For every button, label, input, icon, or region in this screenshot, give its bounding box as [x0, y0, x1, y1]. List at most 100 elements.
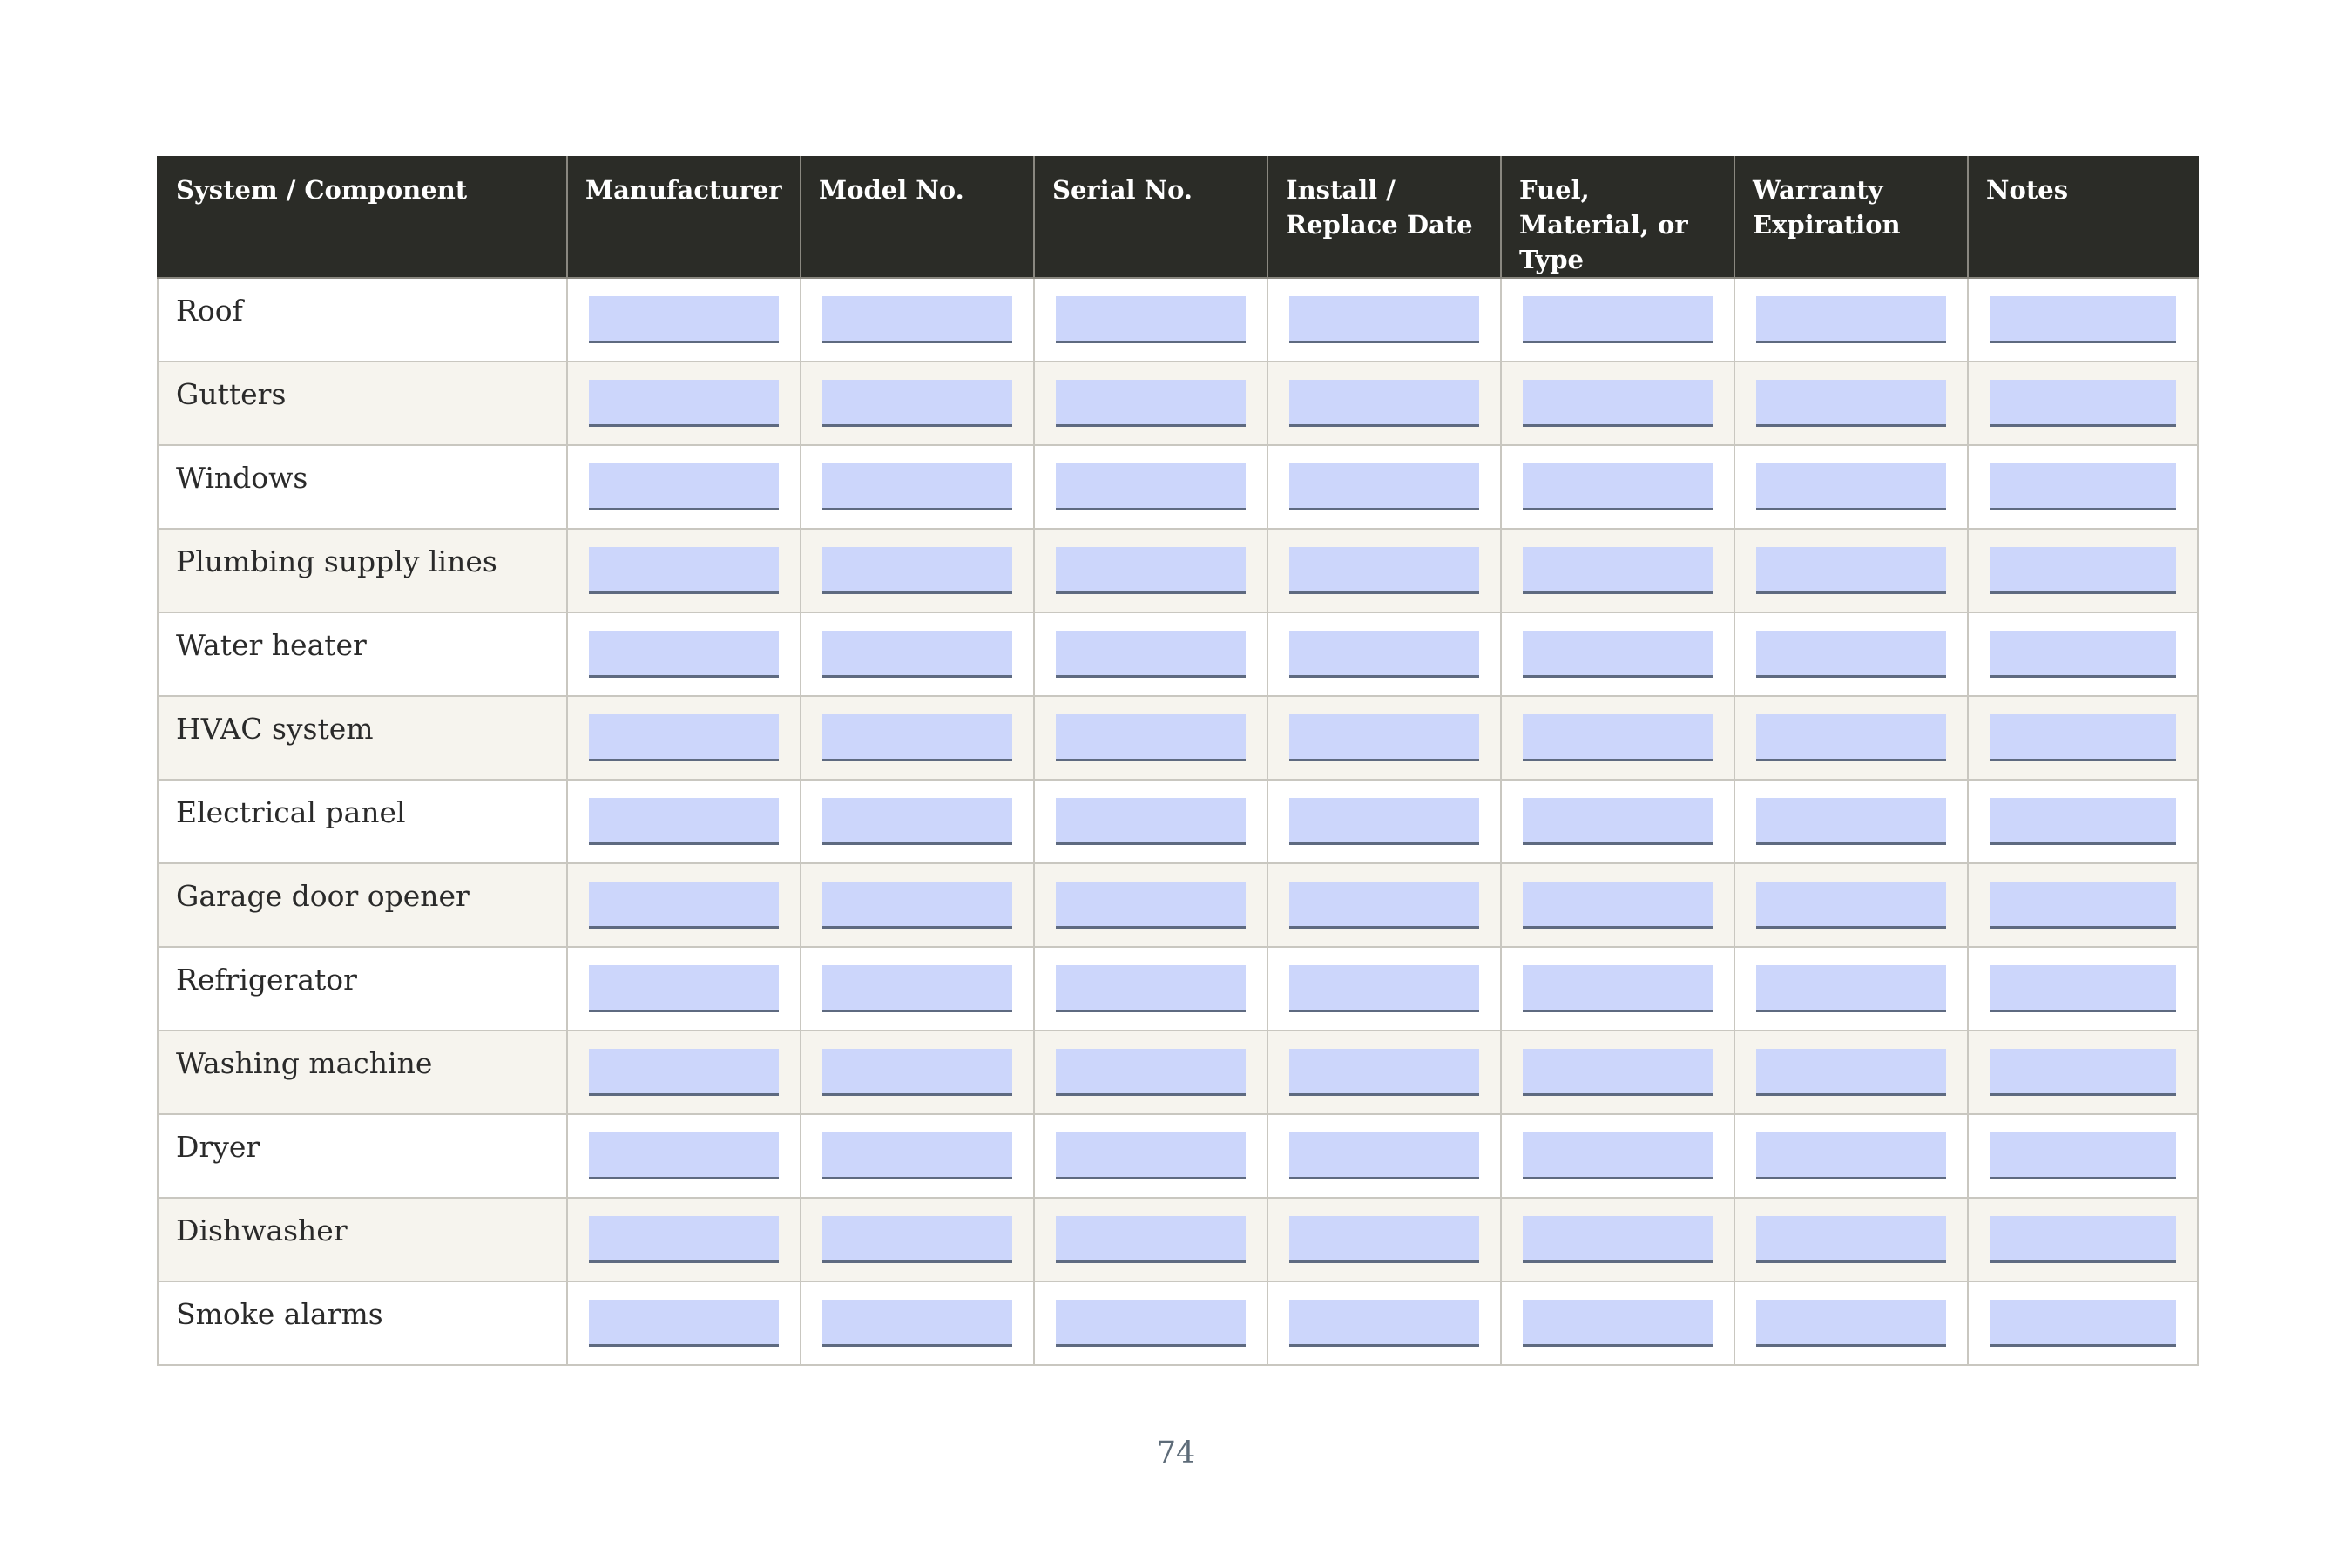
manufacturer-field[interactable]	[589, 380, 779, 427]
warranty-expiration-field[interactable]	[1756, 1300, 1946, 1347]
notes-field[interactable]	[1990, 547, 2176, 594]
model-no-field[interactable]	[822, 1049, 1012, 1096]
warranty-expiration-field[interactable]	[1756, 463, 1946, 510]
warranty-expiration-field[interactable]	[1756, 380, 1946, 427]
serial-no-field[interactable]	[1056, 1132, 1246, 1179]
fuel-material-type-field[interactable]	[1523, 1216, 1713, 1263]
model-no-field[interactable]	[822, 882, 1012, 929]
warranty-expiration-field[interactable]	[1756, 1216, 1946, 1263]
install-replace-date-field[interactable]	[1289, 380, 1479, 427]
fuel-material-type-field[interactable]	[1523, 296, 1713, 343]
serial-no-field[interactable]	[1056, 380, 1246, 427]
install-replace-date-field[interactable]	[1289, 296, 1479, 343]
install-replace-date-field[interactable]	[1289, 1216, 1479, 1263]
serial-no-field[interactable]	[1056, 714, 1246, 761]
field-cell	[1967, 1113, 2199, 1199]
serial-no-field[interactable]	[1056, 463, 1246, 510]
model-no-field[interactable]	[822, 714, 1012, 761]
fuel-material-type-field[interactable]	[1523, 798, 1713, 845]
notes-field[interactable]	[1990, 965, 2176, 1012]
install-replace-date-field[interactable]	[1289, 463, 1479, 510]
install-replace-date-field[interactable]	[1289, 1049, 1479, 1096]
fuel-material-type-field[interactable]	[1523, 380, 1713, 427]
field-cell	[1500, 277, 1735, 362]
manufacturer-field[interactable]	[589, 631, 779, 678]
warranty-expiration-field[interactable]	[1756, 631, 1946, 678]
notes-field[interactable]	[1990, 1300, 2176, 1347]
serial-no-field[interactable]	[1056, 1300, 1246, 1347]
model-no-field[interactable]	[822, 1216, 1012, 1263]
serial-no-field[interactable]	[1056, 1216, 1246, 1263]
notes-field[interactable]	[1990, 798, 2176, 845]
model-no-field[interactable]	[822, 1300, 1012, 1347]
model-no-field[interactable]	[822, 296, 1012, 343]
field-cell	[1033, 528, 1268, 613]
model-no-field[interactable]	[822, 547, 1012, 594]
fuel-material-type-field[interactable]	[1523, 1049, 1713, 1096]
install-replace-date-field[interactable]	[1289, 1300, 1479, 1347]
fuel-material-type-field[interactable]	[1523, 463, 1713, 510]
install-replace-date-field[interactable]	[1289, 1132, 1479, 1179]
manufacturer-field[interactable]	[589, 463, 779, 510]
notes-field[interactable]	[1990, 463, 2176, 510]
serial-no-field[interactable]	[1056, 547, 1246, 594]
model-no-field[interactable]	[822, 463, 1012, 510]
warranty-expiration-field[interactable]	[1756, 714, 1946, 761]
field-cell	[1033, 277, 1268, 362]
manufacturer-field[interactable]	[589, 1216, 779, 1263]
serial-no-field[interactable]	[1056, 631, 1246, 678]
fuel-material-type-field[interactable]	[1523, 631, 1713, 678]
serial-no-field[interactable]	[1056, 798, 1246, 845]
warranty-expiration-field[interactable]	[1756, 882, 1946, 929]
manufacturer-field[interactable]	[589, 714, 779, 761]
warranty-expiration-field[interactable]	[1756, 547, 1946, 594]
notes-field[interactable]	[1990, 1049, 2176, 1096]
manufacturer-field[interactable]	[589, 1132, 779, 1179]
manufacturer-field[interactable]	[589, 296, 779, 343]
manufacturer-field[interactable]	[589, 1300, 779, 1347]
notes-field[interactable]	[1990, 882, 2176, 929]
field-cell	[1033, 862, 1268, 948]
serial-no-field[interactable]	[1056, 1049, 1246, 1096]
model-no-field[interactable]	[822, 1132, 1012, 1179]
manufacturer-field[interactable]	[589, 882, 779, 929]
notes-field[interactable]	[1990, 380, 2176, 427]
field-cell	[566, 612, 801, 697]
fuel-material-type-field[interactable]	[1523, 965, 1713, 1012]
warranty-expiration-field[interactable]	[1756, 1049, 1946, 1096]
serial-no-field[interactable]	[1056, 965, 1246, 1012]
warranty-expiration-field[interactable]	[1756, 798, 1946, 845]
serial-no-field[interactable]	[1056, 882, 1246, 929]
manufacturer-field[interactable]	[589, 798, 779, 845]
notes-field[interactable]	[1990, 1216, 2176, 1263]
manufacturer-field[interactable]	[589, 547, 779, 594]
field-cell	[1267, 1197, 1502, 1282]
model-no-field[interactable]	[822, 798, 1012, 845]
notes-field[interactable]	[1990, 296, 2176, 343]
install-replace-date-field[interactable]	[1289, 547, 1479, 594]
warranty-expiration-field[interactable]	[1756, 296, 1946, 343]
notes-field[interactable]	[1990, 714, 2176, 761]
field-cell	[566, 695, 801, 781]
install-replace-date-field[interactable]	[1289, 798, 1479, 845]
model-no-field[interactable]	[822, 380, 1012, 427]
fuel-material-type-field[interactable]	[1523, 547, 1713, 594]
model-no-field[interactable]	[822, 631, 1012, 678]
warranty-expiration-field[interactable]	[1756, 1132, 1946, 1179]
field-cell	[1033, 361, 1268, 446]
install-replace-date-field[interactable]	[1289, 882, 1479, 929]
notes-field[interactable]	[1990, 1132, 2176, 1179]
manufacturer-field[interactable]	[589, 1049, 779, 1096]
install-replace-date-field[interactable]	[1289, 965, 1479, 1012]
fuel-material-type-field[interactable]	[1523, 714, 1713, 761]
manufacturer-field[interactable]	[589, 965, 779, 1012]
notes-field[interactable]	[1990, 631, 2176, 678]
model-no-field[interactable]	[822, 965, 1012, 1012]
install-replace-date-field[interactable]	[1289, 631, 1479, 678]
serial-no-field[interactable]	[1056, 296, 1246, 343]
fuel-material-type-field[interactable]	[1523, 1300, 1713, 1347]
fuel-material-type-field[interactable]	[1523, 1132, 1713, 1179]
install-replace-date-field[interactable]	[1289, 714, 1479, 761]
warranty-expiration-field[interactable]	[1756, 965, 1946, 1012]
fuel-material-type-field[interactable]	[1523, 882, 1713, 929]
